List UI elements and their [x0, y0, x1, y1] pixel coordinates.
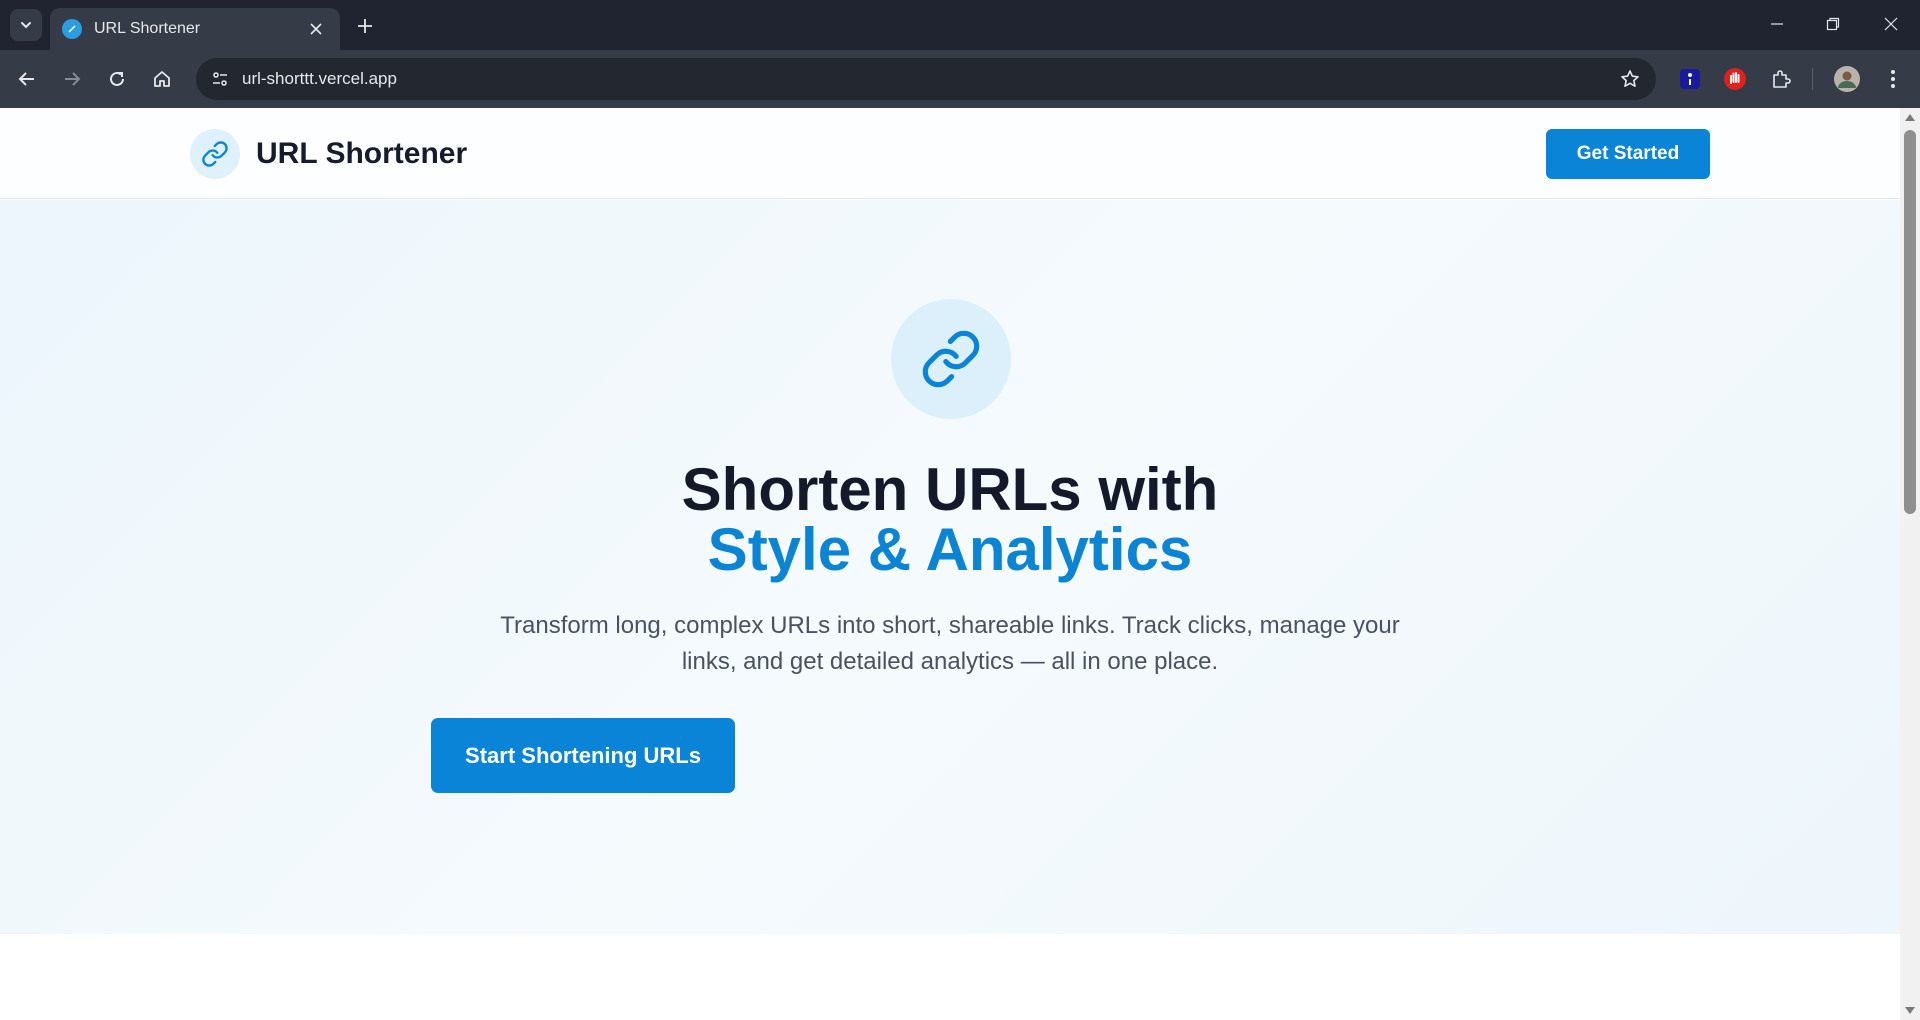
page-scrollbar[interactable]: [1900, 108, 1920, 1020]
chevron-down-icon: [21, 22, 31, 29]
hero-description: Transform long, complex URLs into short,…: [500, 612, 1400, 675]
web-page: URL Shortener Get Started Shorten URLs w…: [0, 108, 1900, 1020]
reload-button[interactable]: [100, 62, 134, 96]
close-window-button[interactable]: [1868, 6, 1914, 42]
scrollbar-thumb[interactable]: [1904, 130, 1916, 514]
bookmark-button[interactable]: [1618, 67, 1642, 91]
hand-stop-icon: [1724, 68, 1746, 90]
restore-button[interactable]: [1810, 6, 1856, 42]
hero-title-highlight: Style & Analytics: [707, 516, 1193, 583]
browser-menu-button[interactable]: [1879, 65, 1907, 93]
site-info-button[interactable]: [204, 63, 236, 95]
star-icon: [1621, 70, 1639, 87]
restore-icon: [1826, 17, 1840, 31]
brand-logo: [190, 129, 240, 179]
profile-button[interactable]: [1833, 65, 1861, 93]
extension-button-2[interactable]: [1721, 65, 1749, 93]
extension-button-1[interactable]: [1676, 65, 1704, 93]
browser-tab[interactable]: URL Shortener: [50, 8, 340, 50]
new-tab-button[interactable]: [351, 12, 379, 40]
get-started-button[interactable]: Get Started: [1546, 129, 1710, 179]
url-text[interactable]: url-shorttt.vercel.app: [242, 69, 397, 89]
tab-close-button[interactable]: [304, 17, 328, 41]
site-header: URL Shortener Get Started: [0, 108, 1900, 199]
hero-title: Shorten URLs with: [681, 456, 1219, 523]
link-icon: [202, 141, 228, 167]
minimize-icon: [1771, 23, 1783, 25]
tab-title: URL Shortener: [94, 20, 201, 37]
extensions-menu-button[interactable]: [1767, 65, 1795, 93]
back-button[interactable]: [10, 62, 44, 96]
toolbar-divider: [1812, 68, 1813, 90]
address-bar[interactable]: url-shorttt.vercel.app: [196, 58, 1656, 100]
tab-search-button[interactable]: [10, 9, 42, 41]
profile-avatar: [1834, 66, 1860, 92]
minimize-button[interactable]: [1754, 6, 1800, 42]
extension-icon: [1680, 69, 1700, 89]
browser-tab-bar: URL Shortener: [0, 0, 1920, 50]
back-icon: [18, 72, 34, 86]
kebab-menu-icon: [1891, 70, 1895, 88]
site-info-icon: [213, 72, 227, 86]
scroll-up-arrow[interactable]: [1905, 114, 1915, 121]
brand-name: URL Shortener: [256, 137, 468, 170]
forward-icon: [65, 72, 81, 86]
home-icon: [154, 71, 170, 87]
favicon-icon: [62, 19, 82, 39]
hero-section: Shorten URLs with Style & Analytics Tran…: [0, 200, 1900, 934]
browser-toolbar: url-shorttt.vercel.app: [0, 50, 1920, 108]
start-shortening-button[interactable]: Start Shortening URLs: [431, 718, 735, 793]
scroll-down-arrow[interactable]: [1905, 1007, 1915, 1014]
link-icon: [922, 330, 980, 388]
plus-icon: [358, 19, 372, 33]
home-button[interactable]: [145, 62, 179, 96]
brand[interactable]: URL Shortener: [190, 129, 467, 179]
close-icon: [1884, 17, 1898, 31]
reload-icon: [110, 71, 124, 86]
puzzle-icon: [1773, 70, 1791, 88]
close-icon: [310, 23, 322, 35]
hero-logo: [891, 299, 1011, 419]
forward-button[interactable]: [55, 62, 89, 96]
